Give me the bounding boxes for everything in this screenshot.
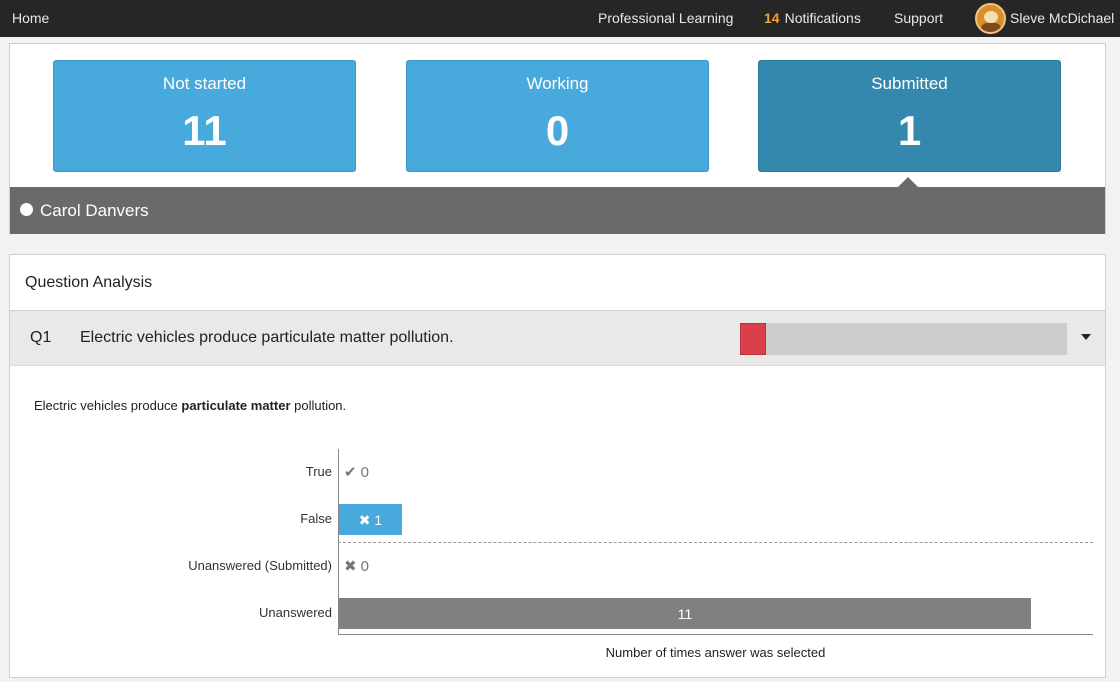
prompt-bold-text: particulate matter — [181, 398, 291, 413]
question-text: Electric vehicles produce particulate ma… — [80, 329, 454, 346]
answer-distribution-chart: Number of times answer was selected True… — [10, 445, 1105, 675]
answer-bar: 11 — [339, 598, 1032, 629]
check-icon: ✔ — [344, 464, 357, 481]
question-analysis-panel: Question Analysis Q1 Electric vehicles p… — [9, 254, 1106, 678]
avatar-face-icon — [984, 11, 998, 23]
student-name-link[interactable]: Carol Danvers — [40, 201, 149, 221]
category-label: Unanswered — [259, 605, 332, 620]
status-card-count: 11 — [182, 107, 227, 154]
nav-notifications-link[interactable]: 14 Notifications — [764, 10, 861, 26]
bar-value-label: ✖ 1 — [358, 512, 383, 528]
user-name-link[interactable]: Sleve McDichael — [1010, 10, 1114, 26]
section-title: Question Analysis — [25, 274, 153, 291]
notifications-label: Notifications — [784, 10, 861, 26]
status-card-label: Not started — [162, 74, 247, 93]
cross-icon: ✖ — [344, 558, 357, 575]
status-card-working[interactable]: Working 0 — [406, 60, 709, 172]
zero-value-label: ✖ 0 — [344, 557, 369, 575]
zero-value: 0 — [360, 464, 369, 481]
category-label: False — [300, 511, 332, 526]
question-row[interactable]: Q1 Electric vehicles produce particulate… — [10, 311, 1105, 366]
nav-support-link[interactable]: Support — [894, 10, 943, 26]
answer-bar: ✖ 1 — [339, 504, 402, 535]
status-card-count: 0 — [545, 107, 570, 154]
category-label: True — [305, 464, 332, 479]
selected-card-pointer-icon — [898, 177, 918, 187]
top-navbar: Home Professional Learning 14 Notificatio… — [0, 0, 1120, 37]
zero-value-label: ✔ 0 — [344, 463, 369, 481]
question-prompt: Electric vehicles produce particulate ma… — [34, 398, 346, 413]
zero-value: 0 — [360, 558, 369, 575]
x-axis — [338, 634, 1093, 635]
bar-value-label: 11 — [677, 606, 693, 622]
nav-home-link[interactable]: Home — [12, 10, 49, 26]
prompt-text: Electric vehicles produce — [34, 398, 182, 413]
question-number: Q1 — [30, 329, 52, 346]
status-summary-panel: Not started 11 Working 0 Submitted 1 Car… — [9, 43, 1106, 234]
notifications-count-badge: 14 — [764, 10, 780, 26]
user-avatar[interactable] — [975, 3, 1006, 34]
status-card-submitted[interactable]: Submitted 1 — [758, 60, 1061, 172]
status-card-label: Working — [526, 74, 589, 93]
category-label: Unanswered (Submitted) — [188, 558, 332, 573]
prompt-text: pollution. — [290, 398, 347, 413]
chevron-down-icon[interactable] — [1081, 334, 1091, 340]
nav-professional-learning-link[interactable]: Professional Learning — [598, 10, 733, 26]
status-card-not-started[interactable]: Not started 11 — [53, 60, 356, 172]
incorrect-fill — [740, 323, 767, 355]
student-status-dot-icon — [20, 203, 33, 216]
student-list-bar: Carol Danvers — [10, 177, 1105, 234]
status-card-label: Submitted — [871, 74, 948, 93]
question-progress-bar — [740, 323, 1067, 355]
avatar-body-icon — [981, 23, 1001, 32]
status-card-count: 1 — [897, 107, 922, 154]
unanswered-separator — [338, 542, 1093, 543]
x-axis-label: Number of times answer was selected — [605, 645, 826, 660]
